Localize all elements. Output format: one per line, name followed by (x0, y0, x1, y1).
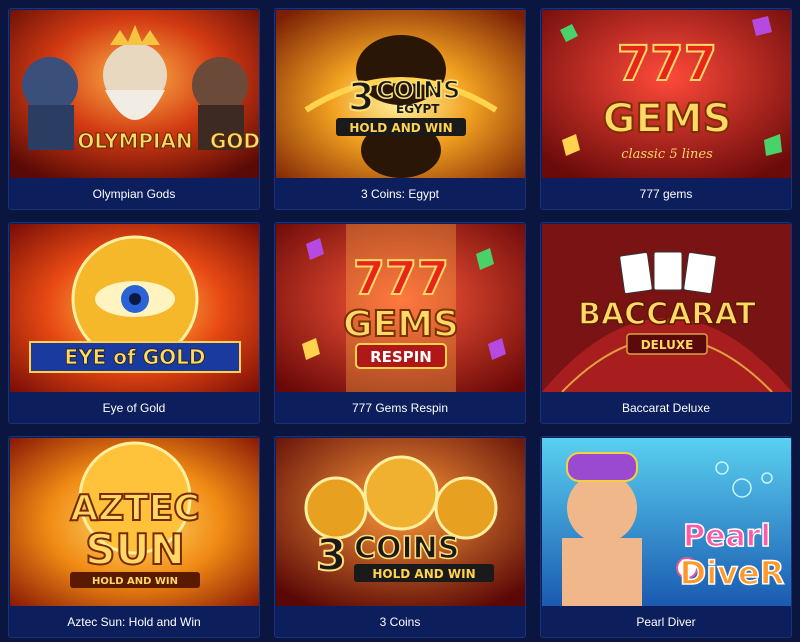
game-card-777-gems-respin[interactable]: 777 GEMS RESPIN 777 Gems Respin (274, 222, 526, 424)
game-card-baccarat-deluxe[interactable]: BACCARAT DELUXE Baccarat Deluxe (540, 222, 792, 424)
games-grid: OLYMPIAN GODS Olympian Gods 3 COINS EGYP… (0, 0, 800, 642)
logo-text: 777 (353, 251, 449, 305)
logo-text: SUN (85, 525, 185, 574)
game-thumbnail[interactable]: OLYMPIAN GODS (10, 10, 260, 178)
logo-text: RESPIN (370, 348, 432, 366)
logo-text: HOLD AND WIN (372, 567, 475, 581)
game-card-pearl-diver[interactable]: Pearl DiveR Pearl Diver (540, 436, 792, 638)
3-coins-egypt-artwork: 3 COINS EGYPT HOLD AND WIN (276, 10, 525, 178)
aztec-sun-artwork: AZTEC SUN HOLD AND WIN (10, 438, 259, 606)
game-card-aztec-sun[interactable]: AZTEC SUN HOLD AND WIN Aztec Sun: Hold a… (8, 436, 260, 638)
logo-text: COINS (376, 76, 460, 104)
game-title[interactable]: 3 Coins: Egypt (275, 178, 525, 209)
logo-text: AZTEC (70, 488, 200, 529)
game-title[interactable]: 777 gems (541, 178, 791, 209)
game-thumbnail[interactable]: 777 GEMS RESPIN (276, 224, 525, 392)
777-gems-respin-artwork: 777 GEMS RESPIN (276, 224, 525, 392)
game-card-eye-of-gold[interactable]: EYE of GOLD Eye of Gold (8, 222, 260, 424)
logo-text: HOLD AND WIN (349, 121, 452, 135)
logo-text: BACCARAT (578, 297, 756, 332)
logo-text: classic 5 lines (621, 147, 713, 162)
game-thumbnail[interactable]: EYE of GOLD (10, 224, 259, 392)
logo-text: Pearl (683, 519, 771, 554)
eye-of-gold-artwork: EYE of GOLD (10, 224, 259, 392)
game-title[interactable]: 3 Coins (275, 606, 525, 637)
logo-text: 3 (316, 530, 347, 581)
game-card-3-coins[interactable]: 3 COINS HOLD AND WIN 3 Coins (274, 436, 526, 638)
logo-text: EYE of GOLD (65, 345, 206, 369)
logo-text: GEMS (343, 304, 459, 345)
pearl-diver-artwork: Pearl DiveR (542, 438, 791, 606)
logo-text: COINS (354, 531, 459, 566)
logo-text: 3 (348, 75, 374, 119)
logo-text: 777 (617, 36, 717, 92)
game-title[interactable]: 777 Gems Respin (275, 392, 525, 423)
logo-text: HOLD AND WIN (92, 576, 178, 587)
game-card-777-gems[interactable]: 777 GEMS classic 5 lines 777 gems (540, 8, 792, 210)
logo-text: GEMS (603, 96, 732, 142)
game-title[interactable]: Eye of Gold (9, 392, 259, 423)
logo-text: EGYPT (396, 102, 440, 116)
logo-text: DiveR (680, 554, 785, 592)
3-coins-artwork: 3 COINS HOLD AND WIN (276, 438, 525, 606)
game-thumbnail[interactable]: BACCARAT DELUXE (542, 224, 791, 392)
game-thumbnail[interactable]: AZTEC SUN HOLD AND WIN (10, 438, 259, 606)
logo-text: DELUXE (641, 338, 694, 352)
777-gems-artwork: 777 GEMS classic 5 lines (542, 10, 791, 178)
game-thumbnail[interactable]: 3 COINS HOLD AND WIN (276, 438, 525, 606)
game-thumbnail[interactable]: 777 GEMS classic 5 lines (542, 10, 791, 178)
game-title[interactable]: Olympian Gods (9, 178, 259, 209)
game-title[interactable]: Baccarat Deluxe (541, 392, 791, 423)
olympian-gods-artwork: OLYMPIAN GODS (10, 10, 260, 178)
game-card-3-coins-egypt[interactable]: 3 COINS EGYPT HOLD AND WIN 3 Coins: Egyp… (274, 8, 526, 210)
game-title[interactable]: Pearl Diver (541, 606, 791, 637)
game-title[interactable]: Aztec Sun: Hold and Win (9, 606, 259, 637)
game-thumbnail[interactable]: 3 COINS EGYPT HOLD AND WIN (276, 10, 525, 178)
baccarat-deluxe-artwork: BACCARAT DELUXE (542, 224, 791, 392)
logo-text: OLYMPIAN (77, 129, 192, 153)
game-card-olympian-gods[interactable]: OLYMPIAN GODS Olympian Gods (8, 8, 260, 210)
logo-text: GODS (210, 129, 260, 153)
game-thumbnail[interactable]: Pearl DiveR (542, 438, 791, 606)
